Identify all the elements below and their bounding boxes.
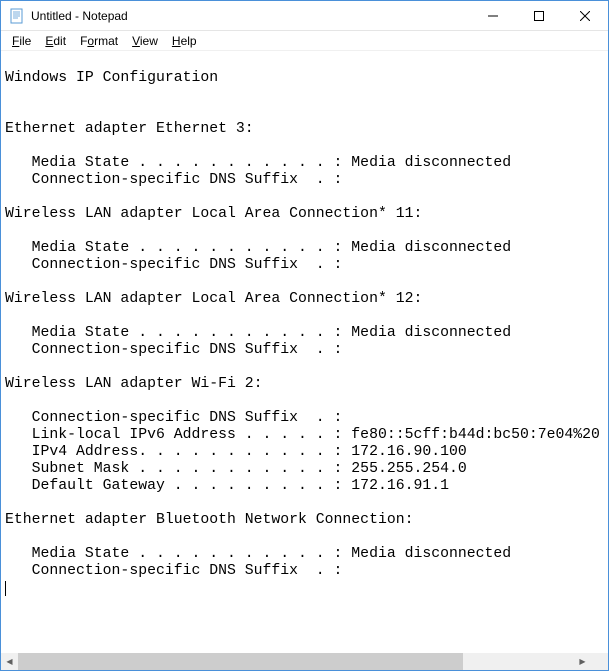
minimize-button[interactable] bbox=[470, 1, 516, 30]
scroll-right-arrow-icon[interactable]: ▶ bbox=[574, 653, 591, 670]
horizontal-scrollbar[interactable]: ◀ ▶ bbox=[1, 653, 608, 670]
close-button[interactable] bbox=[562, 1, 608, 30]
text-editor[interactable]: Windows IP Configuration Ethernet adapte… bbox=[1, 51, 608, 653]
scroll-left-arrow-icon[interactable]: ◀ bbox=[1, 653, 18, 670]
menu-edit[interactable]: Edit bbox=[38, 33, 73, 49]
editor-content: Windows IP Configuration Ethernet adapte… bbox=[5, 70, 600, 579]
scrollbar-thumb[interactable] bbox=[18, 653, 463, 670]
menubar: File Edit Format View Help bbox=[1, 31, 608, 51]
titlebar[interactable]: Untitled - Notepad bbox=[1, 1, 608, 31]
notepad-icon bbox=[9, 8, 25, 24]
text-caret bbox=[5, 581, 6, 596]
menu-file[interactable]: File bbox=[5, 33, 38, 49]
maximize-button[interactable] bbox=[516, 1, 562, 30]
menu-help[interactable]: Help bbox=[165, 33, 204, 49]
editor-container: Windows IP Configuration Ethernet adapte… bbox=[1, 51, 608, 670]
window-title: Untitled - Notepad bbox=[31, 9, 470, 23]
scrollbar-track[interactable] bbox=[18, 653, 574, 670]
resize-grip[interactable] bbox=[591, 653, 608, 670]
menu-view[interactable]: View bbox=[125, 33, 165, 49]
menu-format[interactable]: Format bbox=[73, 33, 125, 49]
window-controls bbox=[470, 1, 608, 30]
